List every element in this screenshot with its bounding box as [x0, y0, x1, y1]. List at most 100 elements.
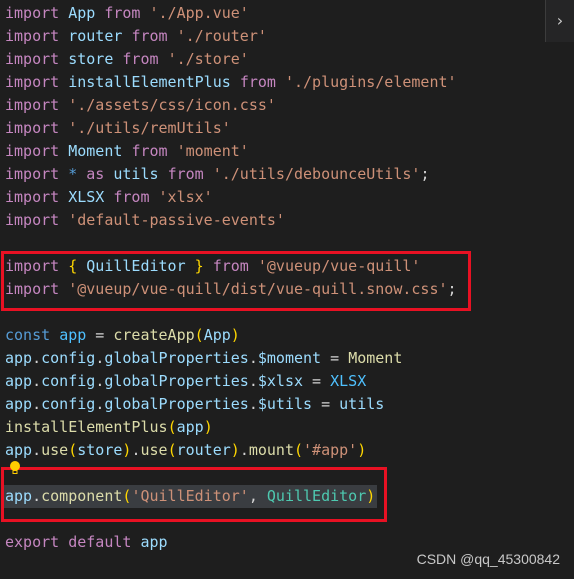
code-line[interactable]: app.config.globalProperties.$xlsx = XLSX: [5, 370, 457, 393]
code-line[interactable]: import App from './App.vue': [5, 2, 457, 25]
code-line[interactable]: import * as utils from './utils/debounce…: [5, 163, 457, 186]
code-token: $utils: [257, 395, 313, 413]
code-token: ;: [420, 165, 430, 183]
code-token: globalProperties: [104, 349, 249, 367]
code-token: import: [5, 165, 60, 183]
code-token: './App.vue': [149, 4, 249, 22]
code-line[interactable]: installElementPlus(app): [5, 416, 457, 439]
code-line[interactable]: app.use(store).use(router).mount('#app'): [5, 439, 457, 462]
code-line[interactable]: export default app: [5, 531, 457, 554]
code-token: config: [41, 372, 96, 390]
chevron-right-icon[interactable]: ›: [545, 0, 574, 42]
code-token: import: [5, 73, 60, 91]
code-line[interactable]: import 'default-passive-events': [5, 209, 457, 232]
code-line[interactable]: import Moment from 'moment': [5, 140, 457, 163]
code-token: installElementPlus: [68, 73, 231, 91]
code-token: =: [312, 395, 340, 413]
code-token: app: [140, 533, 168, 551]
code-token: config: [41, 349, 96, 367]
code-token: XLSX: [330, 372, 367, 390]
code-line[interactable]: const app = createApp(App): [5, 324, 457, 347]
code-token: 'moment': [176, 142, 249, 160]
code-token: import: [5, 211, 60, 229]
code-token: utils: [113, 165, 159, 183]
code-line[interactable]: import router from './router': [5, 25, 457, 48]
code-token: app: [5, 372, 33, 390]
code-token: App: [203, 326, 231, 344]
code-token: createApp: [113, 326, 195, 344]
code-line[interactable]: app.config.globalProperties.$utils = uti…: [5, 393, 457, 416]
code-token: .: [95, 372, 105, 390]
code-token: router: [176, 441, 231, 459]
code-token: installElementPlus: [5, 418, 168, 436]
code-token: const: [5, 326, 51, 344]
highlight-box-component: [1, 467, 387, 522]
code-token: import: [5, 142, 60, 160]
code-token: $moment: [257, 349, 322, 367]
code-line[interactable]: import store from './store': [5, 48, 457, 71]
code-token: as: [86, 165, 105, 183]
code-token: .: [32, 441, 42, 459]
code-token: use: [140, 441, 168, 459]
code-token: from: [131, 27, 168, 45]
code-token: './plugins/element': [284, 73, 457, 91]
code-line[interactable]: import './assets/css/icon.css': [5, 94, 457, 117]
code-token: 'default-passive-events': [68, 211, 285, 229]
code-token: default: [68, 533, 132, 551]
code-token: 'xlsx': [158, 188, 213, 206]
code-token: from: [239, 73, 276, 91]
code-token: .: [95, 349, 105, 367]
code-token: .: [32, 349, 42, 367]
watermark: CSDN @qq_45300842: [416, 551, 560, 567]
code-token: './assets/css/icon.css': [68, 96, 276, 114]
code-token: mount: [248, 441, 294, 459]
code-line[interactable]: import './utils/remUtils': [5, 117, 457, 140]
code-token: import: [5, 50, 60, 68]
code-token: =: [86, 326, 114, 344]
code-token: app: [176, 418, 204, 436]
code-token: './router': [176, 27, 267, 45]
code-token: import: [5, 119, 60, 137]
code-token: import: [5, 188, 60, 206]
code-token: app: [59, 326, 87, 344]
code-line[interactable]: app.config.globalProperties.$moment = Mo…: [5, 347, 457, 370]
code-token: export: [5, 533, 60, 551]
code-token: ): [230, 441, 240, 459]
code-line[interactable]: import XLSX from 'xlsx': [5, 186, 457, 209]
code-token: './utils/debounceUtils': [212, 165, 421, 183]
code-token: .: [248, 372, 258, 390]
code-token: .: [32, 395, 42, 413]
code-token: store: [77, 441, 123, 459]
code-token: (: [294, 441, 304, 459]
code-token: ): [203, 418, 213, 436]
code-token: app: [5, 349, 33, 367]
code-token: from: [122, 50, 159, 68]
code-token: Moment: [68, 142, 123, 160]
code-token: '#app': [303, 441, 358, 459]
code-token: .: [248, 395, 258, 413]
code-line[interactable]: import installElementPlus from './plugin…: [5, 71, 457, 94]
lightbulb-icon[interactable]: [9, 460, 21, 476]
code-token: App: [68, 4, 96, 22]
code-token: import: [5, 96, 60, 114]
code-token: use: [41, 441, 69, 459]
code-token: store: [68, 50, 114, 68]
code-token: =: [303, 372, 331, 390]
code-token: .: [95, 395, 105, 413]
code-token: './utils/remUtils': [68, 119, 231, 137]
code-token: (: [194, 326, 204, 344]
